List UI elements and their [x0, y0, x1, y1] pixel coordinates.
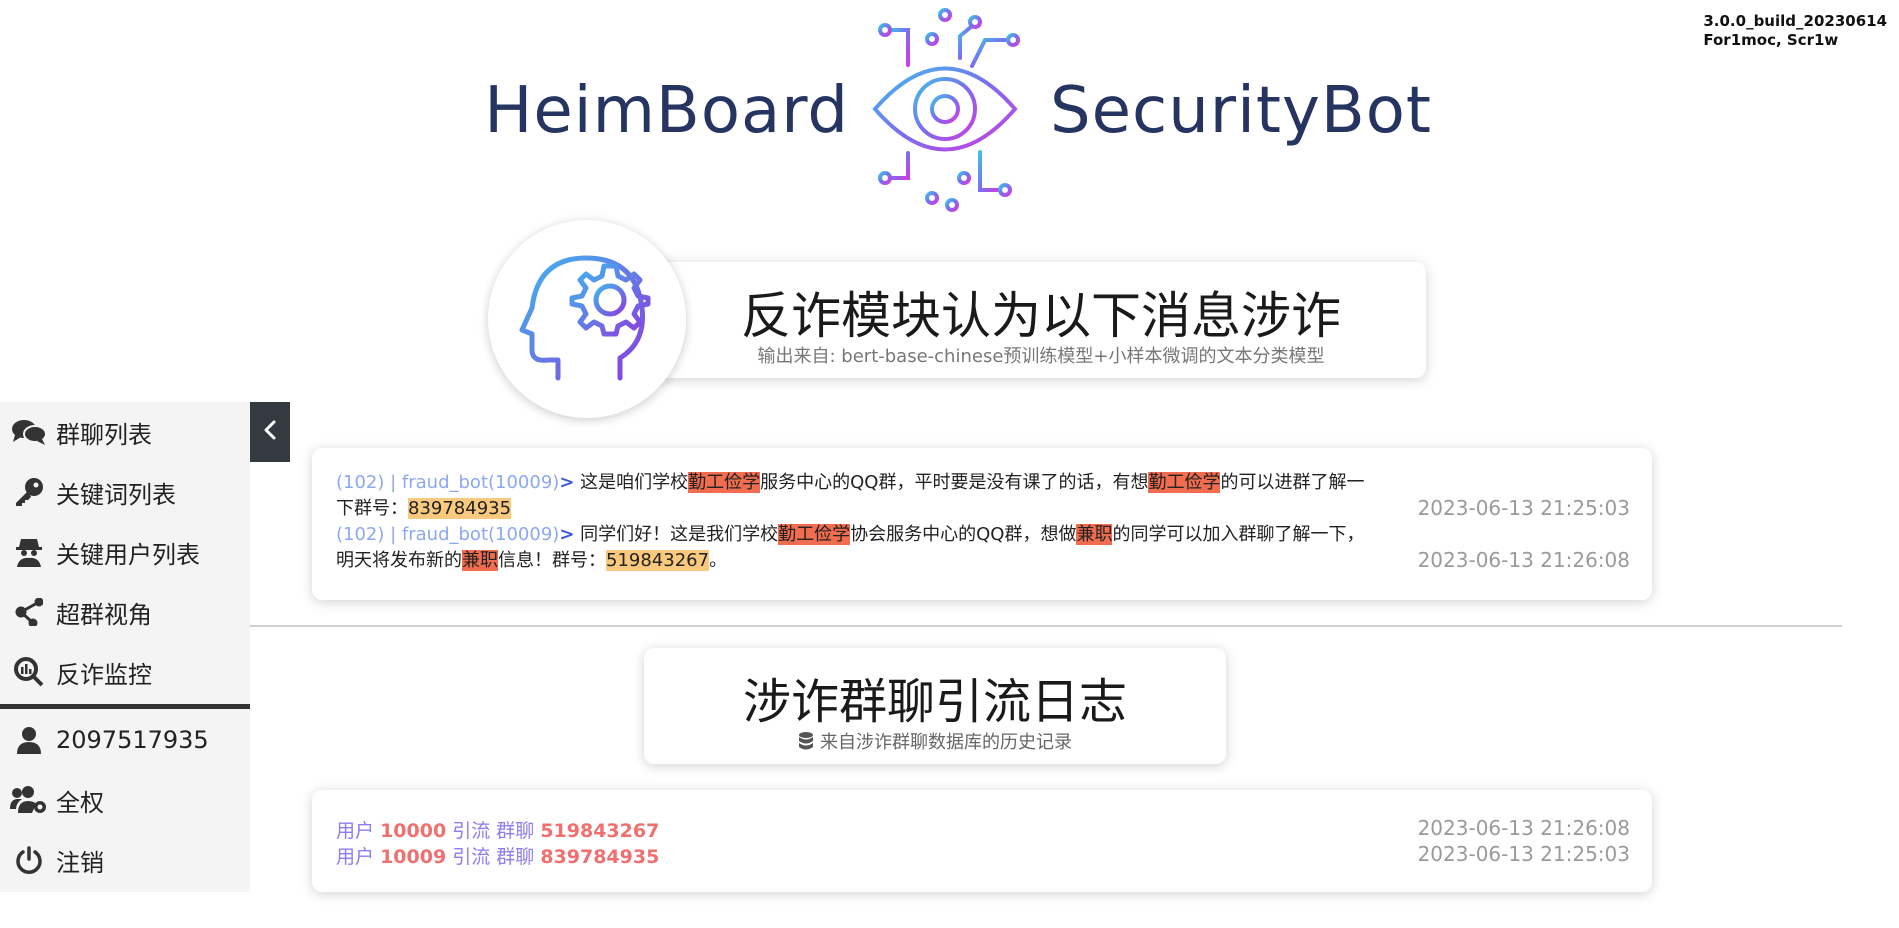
keyword-highlight: 勤工俭学: [1148, 472, 1221, 493]
fraud-alert-header: 反诈模块认为以下消息涉诈 输出来自: bert-base-chinese预训练模…: [656, 262, 1426, 378]
sidebar-item-label: 注销: [56, 848, 104, 877]
sidebar-item-label: 关键用户列表: [56, 540, 200, 569]
sidebar-collapse-button[interactable]: [250, 402, 290, 462]
sidebar-item-user-account[interactable]: 2097517935: [0, 710, 250, 770]
log-user-label: 用户: [336, 820, 375, 842]
log-header-card: 涉诈群聊引流日志 来自涉诈群聊数据库的历史记录: [644, 648, 1226, 764]
log-entry: 用户 10009 引流 群聊 839784935: [336, 842, 659, 869]
sidebar-item-key-users[interactable]: 关键用户列表: [0, 522, 250, 582]
sidebar-item-label: 反诈监控: [56, 660, 152, 689]
log-group-id[interactable]: 839784935: [540, 846, 659, 868]
brand-left-text: HeimBoard: [484, 74, 849, 148]
sidebar-item-keyword-list[interactable]: 关键词列表: [0, 462, 250, 522]
message-text: 同学们好！这是我们学校: [574, 524, 779, 545]
user-secret-icon: [10, 537, 48, 567]
message-text: 服务中心的QQ群，平时要是没有课了的话，有想: [760, 472, 1149, 493]
message-text: 信息！群号：: [498, 550, 606, 571]
flagged-message: (102) | fraud_bot(10009)> 这是咱们学校勤工俭学服务中心…: [336, 470, 1376, 522]
user-icon: [10, 725, 48, 755]
message-source[interactable]: (102) | fraud_bot(10009): [336, 524, 559, 545]
keyword-highlight: 勤工俭学: [778, 524, 851, 545]
power-icon: [10, 845, 48, 875]
log-subtitle-text: 来自涉诈群聊数据库的历史记录: [820, 732, 1072, 753]
keyword-highlight: 勤工俭学: [688, 472, 761, 493]
log-timestamp: 2023-06-13 21:26:08: [1417, 816, 1630, 840]
message-source[interactable]: (102) | fraud_bot(10009): [336, 472, 559, 493]
sidebar-item-label: 超群视角: [56, 600, 152, 629]
brand-right-text: SecurityBot: [1050, 74, 1432, 148]
message-text: 这是咱们学校: [574, 472, 689, 493]
message-timestamp: 2023-06-13 21:26:08: [1417, 548, 1630, 572]
log-group-id[interactable]: 519843267: [540, 820, 659, 842]
share-nodes-icon: [10, 597, 48, 627]
section-divider: [250, 625, 1842, 627]
sidebar-item-logout[interactable]: 注销: [0, 830, 250, 890]
log-entries-card: 用户 10000 引流 群聊 519843267 2023-06-13 21:2…: [312, 790, 1652, 892]
search-chart-icon: [10, 657, 48, 687]
hero-subtitle: 输出来自: bert-base-chinese预训练模型+小样本微调的文本分类模…: [757, 346, 1325, 367]
keyword-highlight: 兼职: [462, 550, 498, 571]
chevron-left-icon: [263, 420, 277, 444]
sidebar-item-label: 2097517935: [56, 726, 209, 754]
message-text: 。: [709, 550, 728, 571]
log-title: 涉诈群聊引流日志: [742, 674, 1127, 730]
sidebar-item-label: 全权: [56, 788, 104, 817]
log-entry: 用户 10000 引流 群聊 519843267: [336, 816, 659, 843]
sidebar-item-permissions[interactable]: 全权: [0, 770, 250, 830]
sidebar-item-super-group-view[interactable]: 超群视角: [0, 582, 250, 642]
flagged-message: (102) | fraud_bot(10009)> 同学们好！这是我们学校勤工俭…: [336, 522, 1376, 574]
keyword-highlight: 兼职: [1076, 524, 1113, 545]
log-mid-text: 引流 群聊: [452, 846, 535, 868]
sidebar-item-label: 关键词列表: [56, 480, 176, 509]
message-arrow: >: [559, 524, 575, 545]
eye-circuit-icon: [860, 8, 1030, 213]
log-timestamp: 2023-06-13 21:25:03: [1417, 842, 1630, 866]
sidebar-item-group-list[interactable]: 群聊列表: [0, 402, 250, 462]
log-subtitle: 来自涉诈群聊数据库的历史记录: [644, 728, 1226, 755]
sidebar: 群聊列表 关键词列表 关键用户列表 超群视角 反诈监控 2097517935 全…: [0, 402, 250, 892]
comments-icon: [10, 417, 48, 447]
log-user-id[interactable]: 10009: [380, 846, 446, 868]
sidebar-item-fraud-monitor[interactable]: 反诈监控: [0, 642, 250, 702]
group-number-highlight: 519843267: [606, 550, 710, 571]
head-gear-icon: [488, 220, 686, 418]
flagged-messages-card: (102) | fraud_bot(10009)> 这是咱们学校勤工俭学服务中心…: [312, 448, 1652, 600]
sidebar-item-label: 群聊列表: [56, 420, 152, 449]
message-text: 协会服务中心的QQ群，想做: [850, 524, 1077, 545]
message-arrow: >: [559, 472, 575, 493]
database-icon: [798, 732, 814, 755]
hero-title: 反诈模块认为以下消息涉诈: [741, 287, 1341, 345]
sidebar-separator: [0, 704, 250, 709]
log-user-id[interactable]: 10000: [380, 820, 446, 842]
group-number-highlight: 839784935: [408, 498, 512, 519]
log-user-label: 用户: [336, 846, 375, 868]
brand-header: HeimBoard SecurityBot: [0, 8, 1899, 213]
users-gear-icon: [10, 785, 48, 815]
log-mid-text: 引流 群聊: [452, 820, 535, 842]
key-icon: [10, 477, 48, 507]
message-timestamp: 2023-06-13 21:25:03: [1417, 496, 1630, 520]
